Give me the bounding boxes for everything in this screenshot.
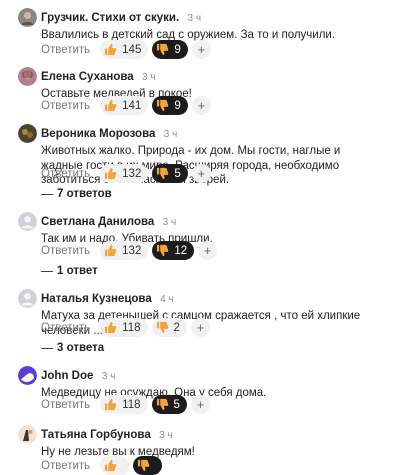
- reply-button[interactable]: Ответить: [41, 168, 90, 180]
- show-replies-button[interactable]: 3 ответа: [41, 342, 104, 354]
- reply-button[interactable]: Ответить: [41, 44, 90, 56]
- comment-time: 3 ч: [101, 371, 116, 382]
- like-button[interactable]: 141: [100, 96, 149, 115]
- thumbs-up-icon: [105, 43, 117, 56]
- like-count: 132: [122, 244, 142, 257]
- thumbs-up-icon: [105, 244, 117, 257]
- dislike-button[interactable]: 9: [152, 96, 188, 115]
- like-button[interactable]: 132: [100, 164, 149, 183]
- like-count: 118: [122, 398, 141, 411]
- like-count: 145: [122, 43, 142, 56]
- add-reaction-button[interactable]: +: [191, 40, 211, 59]
- like-button[interactable]: [100, 456, 130, 475]
- avatar[interactable]: [18, 289, 37, 308]
- add-reaction-button[interactable]: +: [190, 318, 210, 337]
- author-name[interactable]: Грузчик. Стихи от скуки.: [41, 12, 179, 24]
- thumbs-up-icon: [105, 459, 117, 472]
- avatar[interactable]: [18, 124, 37, 143]
- comment-time: 3 ч: [162, 217, 177, 228]
- dislike-count: 12: [174, 244, 188, 257]
- like-button[interactable]: 118: [100, 395, 148, 414]
- comments-feed: Грузчик. Стихи от скуки. 3 ч Ввалились в…: [0, 0, 400, 475]
- like-count: 132: [122, 167, 142, 180]
- thumbs-up-icon: [105, 167, 117, 180]
- comment-time: 3 ч: [159, 430, 173, 441]
- like-count: 141: [122, 99, 142, 112]
- replies-line: [41, 193, 53, 195]
- author-name[interactable]: Светлана Данилова: [41, 216, 154, 228]
- thumbs-down-icon: [157, 244, 169, 257]
- replies-count: 7 ответов: [57, 188, 112, 200]
- comment-time: 3 ч: [163, 129, 178, 140]
- reply-button[interactable]: Ответить: [41, 322, 90, 334]
- replies-line: [41, 347, 53, 349]
- like-button[interactable]: 145: [100, 40, 149, 59]
- reply-button[interactable]: Ответить: [41, 245, 90, 257]
- thumbs-down-icon: [157, 167, 169, 180]
- show-replies-button[interactable]: 1 ответ: [41, 265, 98, 277]
- thumbs-up-icon: [105, 321, 117, 334]
- author-name[interactable]: John Doe: [41, 370, 93, 382]
- reply-button[interactable]: Ответить: [41, 100, 90, 112]
- author-name[interactable]: Вероника Морозова: [41, 128, 155, 140]
- thumbs-up-icon: [105, 398, 117, 411]
- author-name[interactable]: Татьяна Горбунова: [41, 429, 151, 441]
- thumbs-down-icon: [156, 321, 168, 334]
- avatar[interactable]: [18, 67, 37, 86]
- thumbs-down-icon: [138, 459, 150, 472]
- avatar[interactable]: [18, 8, 37, 27]
- dislike-count: 5: [174, 167, 181, 180]
- dislike-button[interactable]: 9: [152, 40, 188, 59]
- dislike-count: 5: [173, 398, 180, 411]
- thumbs-down-icon: [157, 99, 169, 112]
- dislike-button[interactable]: 12: [152, 241, 195, 260]
- thumbs-down-icon: [156, 398, 168, 411]
- show-replies-button[interactable]: 7 ответов: [41, 188, 112, 200]
- replies-count: 3 ответа: [57, 342, 105, 354]
- avatar[interactable]: [18, 212, 37, 231]
- add-reaction-button[interactable]: +: [198, 241, 218, 260]
- author-name[interactable]: Наталья Кузнецова: [41, 293, 152, 305]
- reply-button[interactable]: Ответить: [41, 399, 90, 411]
- replies-line: [41, 270, 53, 272]
- add-reaction-button[interactable]: +: [190, 395, 210, 414]
- dislike-button[interactable]: 5: [151, 395, 187, 414]
- author-name[interactable]: Елена Суханова: [41, 71, 134, 83]
- add-reaction-button[interactable]: +: [191, 96, 211, 115]
- like-button[interactable]: 118: [100, 318, 148, 337]
- replies-count: 1 ответ: [57, 265, 98, 277]
- dislike-button[interactable]: 5: [152, 164, 188, 183]
- thumbs-up-icon: [105, 99, 117, 112]
- avatar[interactable]: [18, 425, 37, 444]
- comment-time: 3 ч: [142, 72, 156, 83]
- avatar[interactable]: [18, 366, 37, 385]
- comment-time: 4 ч: [160, 294, 174, 305]
- reply-button[interactable]: Ответить: [41, 460, 90, 472]
- comment-time: 3 ч: [187, 13, 202, 24]
- add-reaction-button[interactable]: +: [191, 164, 211, 183]
- thumbs-down-icon: [157, 43, 169, 56]
- dislike-button[interactable]: [133, 456, 163, 475]
- dislike-button[interactable]: 2: [151, 318, 187, 337]
- dislike-count: 2: [173, 321, 180, 334]
- like-count: 118: [122, 321, 141, 334]
- dislike-count: 9: [174, 43, 181, 56]
- dislike-count: 9: [174, 99, 181, 112]
- like-button[interactable]: 132: [100, 241, 149, 260]
